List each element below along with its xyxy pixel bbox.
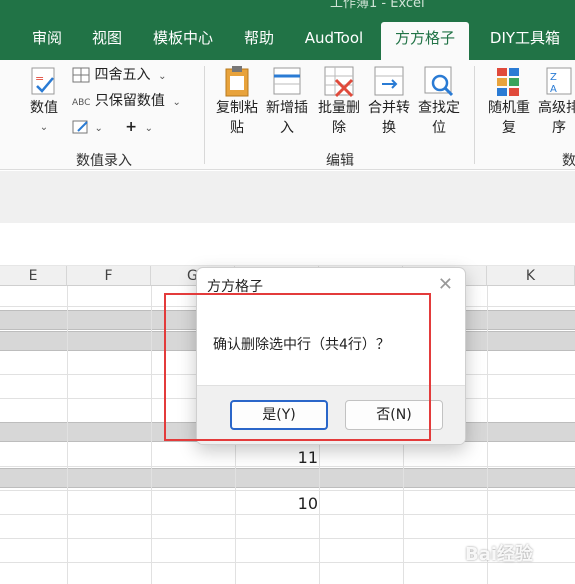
cell-value[interactable]: 10 <box>238 494 318 513</box>
group-label-numeric: 数值录入 <box>76 153 132 169</box>
edit-tools-row[interactable]: ⌄ + ⌄ <box>72 116 153 138</box>
close-icon[interactable]: ✕ <box>438 274 453 295</box>
column-header-k[interactable]: K <box>487 266 575 286</box>
round-button[interactable]: 四舍五入 ⌄ <box>72 64 166 86</box>
tab-audtool[interactable]: AudTool <box>298 22 370 60</box>
copy-paste-label: 复制粘贴 <box>216 100 258 136</box>
copy-paste-button[interactable]: 复制粘贴 <box>214 64 260 138</box>
svg-text:Z: Z <box>550 72 557 83</box>
clipboard-icon <box>225 66 249 97</box>
group-label-more: 数 <box>562 153 575 169</box>
merge-convert-label: 合并转换 <box>368 100 410 136</box>
random-icon <box>497 68 519 96</box>
batch-delete-label: 批量删除 <box>318 100 360 136</box>
round-label: 四舍五入 <box>94 67 151 83</box>
chevron-down-icon: ⌄ <box>39 122 49 133</box>
formula-bar[interactable] <box>0 223 575 266</box>
chevron-down-icon: ⌄ <box>94 123 103 134</box>
pencil-icon <box>72 120 88 134</box>
ribbon: = 数值 ⌄ 四舍五入 ⌄ ABC 只保留数值 ⌄ ⌄ + ⌄ 数值录入 复制粘… <box>0 60 575 170</box>
abc-icon: ABC <box>72 98 91 108</box>
svg-text:A: A <box>550 84 557 95</box>
watermark: Bai经验 <box>465 544 534 565</box>
tab-help[interactable]: 帮助 <box>236 22 282 60</box>
add-insert-button[interactable]: 新增插入 <box>264 64 310 138</box>
column-header-e[interactable]: E <box>0 266 67 286</box>
value-icon: = <box>31 67 55 95</box>
group-separator <box>474 66 475 164</box>
keep-values-label: 只保留数值 <box>94 93 165 109</box>
formula-area <box>0 171 575 223</box>
chevron-down-icon: ⌄ <box>141 123 154 134</box>
find-locate-label: 查找定位 <box>418 100 460 136</box>
value-button-label: 数值 <box>30 100 58 116</box>
highlight-box <box>164 293 431 441</box>
title-bar: 工作簿1 - Excel 审阅 视图 模板中心 帮助 AudTool 方方格子 … <box>0 0 575 60</box>
keep-values-button[interactable]: ABC 只保留数值 ⌄ <box>72 90 181 112</box>
random-repeat-button[interactable]: 随机重复 <box>486 64 532 138</box>
tab-review[interactable]: 审阅 <box>24 22 70 60</box>
svg-text:=: = <box>35 72 44 85</box>
merge-convert-button[interactable]: 合并转换 <box>366 64 412 138</box>
cell-value[interactable]: 11 <box>238 448 318 467</box>
group-separator <box>204 66 205 164</box>
tab-fangfang[interactable]: 方方格子 <box>381 22 469 60</box>
chevron-down-icon: ⌄ <box>169 97 181 108</box>
delete-icon <box>324 66 354 98</box>
tab-diy-toolbox[interactable]: DIY工具箱 <box>480 22 570 60</box>
advanced-sort-label: 高级排序 <box>538 100 575 136</box>
plus-icon[interactable]: + <box>125 119 137 135</box>
batch-delete-button[interactable]: 批量删除 <box>316 64 362 138</box>
advanced-sort-button[interactable]: Z A 高级排序 <box>536 64 575 138</box>
insert-icon <box>273 67 301 95</box>
random-repeat-label: 随机重复 <box>488 100 530 136</box>
chevron-down-icon: ⌄ <box>154 71 167 82</box>
round-icon <box>72 67 90 83</box>
group-label-edit: 编辑 <box>326 153 354 169</box>
merge-icon <box>374 66 404 96</box>
find-icon <box>424 66 454 97</box>
window-title: 工作簿1 - Excel <box>330 0 425 11</box>
find-locate-button[interactable]: 查找定位 <box>416 64 462 138</box>
tab-view[interactable]: 视图 <box>84 22 130 60</box>
column-header-f[interactable]: F <box>67 266 151 286</box>
tab-template-center[interactable]: 模板中心 <box>146 22 220 60</box>
sort-icon: Z A <box>546 67 572 95</box>
value-button[interactable]: = 数值 ⌄ <box>22 66 66 146</box>
selected-row[interactable] <box>0 468 575 488</box>
add-insert-label: 新增插入 <box>266 100 308 136</box>
